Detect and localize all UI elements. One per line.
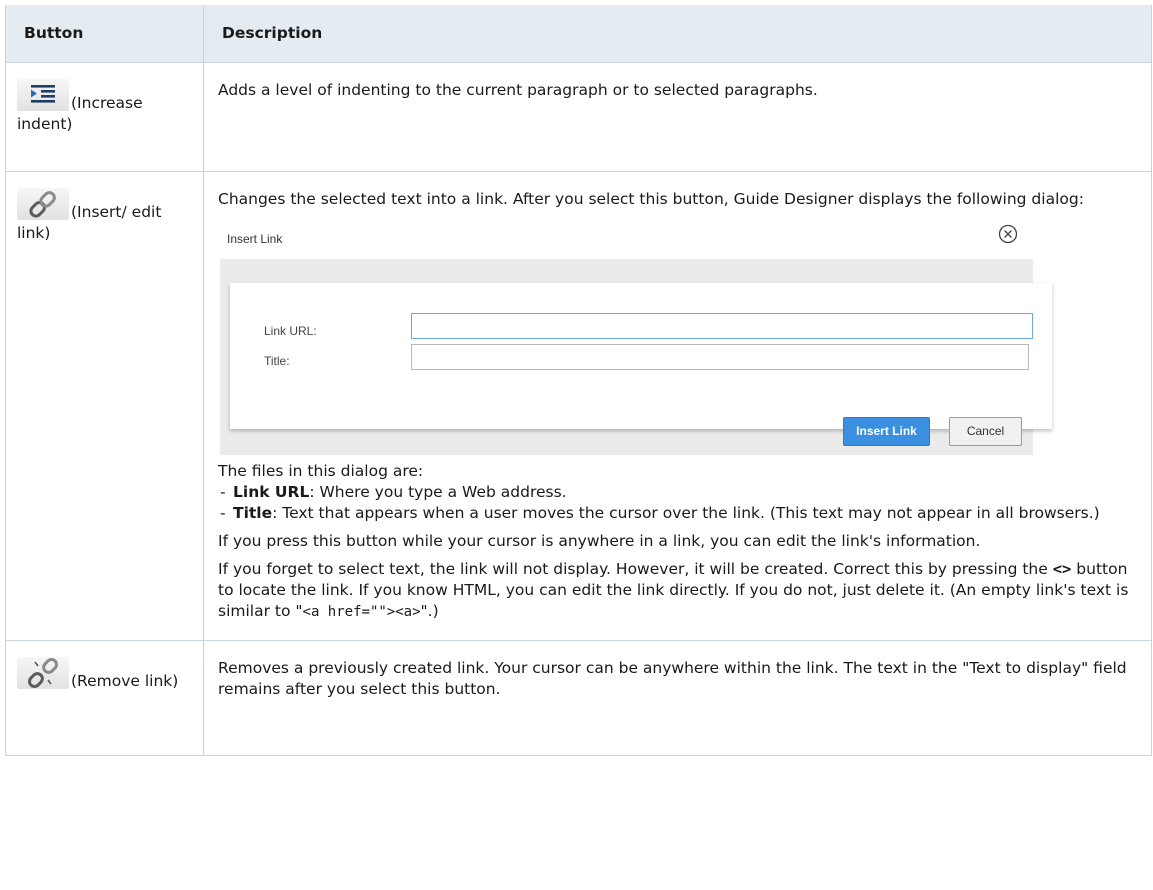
files-intro: The files in this dialog are: (218, 462, 424, 480)
increase-indent-icon (17, 79, 69, 111)
description-cell: Adds a level of indenting to the current… (203, 62, 1152, 172)
link-url-label: Link URL: (264, 324, 317, 338)
button-label: (Remove link) (71, 672, 179, 690)
title-field[interactable] (411, 344, 1029, 370)
dialog-body: Link URL: Title: Insert Link Cancel (220, 259, 1052, 455)
table-header-row: Button Description (5, 5, 1152, 63)
description-cell: Changes the selected text into a link. A… (203, 171, 1152, 641)
files-list: Link URL: Where you type a Web address. … (218, 482, 1135, 524)
button-cell: (Remove link) (5, 640, 204, 756)
insert-link-dialog: Insert Link Link URL: Title: Insert Link… (220, 217, 1052, 455)
button-cell: (Insert/ edit link) (5, 171, 204, 641)
forget-note: If you forget to select text, the link w… (218, 559, 1135, 623)
list-term: Link URL (233, 483, 310, 501)
header-description: Description (203, 5, 1152, 63)
list-item: Link URL: Where you type a Web address. (218, 482, 1135, 503)
link-url-field[interactable] (411, 313, 1033, 339)
link-icon (17, 188, 69, 220)
close-icon[interactable] (997, 223, 1019, 245)
cancel-button[interactable]: Cancel (949, 417, 1022, 446)
title-label: Title: (264, 354, 290, 368)
table-row: (Increase indent) Adds a level of indent… (5, 62, 1152, 172)
dialog-title: Insert Link (227, 232, 283, 246)
list-text: : Where you type a Web address. (309, 483, 567, 501)
list-item: Title: Text that appears when a user mov… (218, 503, 1135, 524)
description-text: Removes a previously created link. Your … (218, 659, 1127, 698)
table-row: (Remove link) Removes a previously creat… (5, 640, 1152, 756)
list-text: : Text that appears when a user moves th… (272, 504, 1100, 522)
button-reference-table: Button Description (Increase indent) Add (5, 5, 1152, 756)
description-cell: Removes a previously created link. Your … (203, 640, 1152, 756)
description-text: Adds a level of indenting to the current… (218, 81, 818, 99)
button-cell: (Increase indent) (5, 62, 204, 172)
edit-note: If you press this button while your curs… (218, 532, 981, 550)
dialog-form-card: Link URL: Title: (230, 283, 1052, 429)
source-button-label: <> (1052, 560, 1072, 578)
insert-link-button[interactable]: Insert Link (843, 417, 930, 446)
forget-note-text: If you forget to select text, the link w… (218, 560, 1053, 578)
list-term: Title (233, 504, 273, 522)
table-row: (Insert/ edit link) Changes the selected… (5, 171, 1152, 641)
description-intro: Changes the selected text into a link. A… (218, 190, 1084, 208)
header-button: Button (5, 5, 204, 63)
empty-link-code: <a href=""><a> (302, 604, 421, 620)
forget-note-text: ".) (420, 602, 439, 620)
unlink-icon (17, 657, 69, 689)
